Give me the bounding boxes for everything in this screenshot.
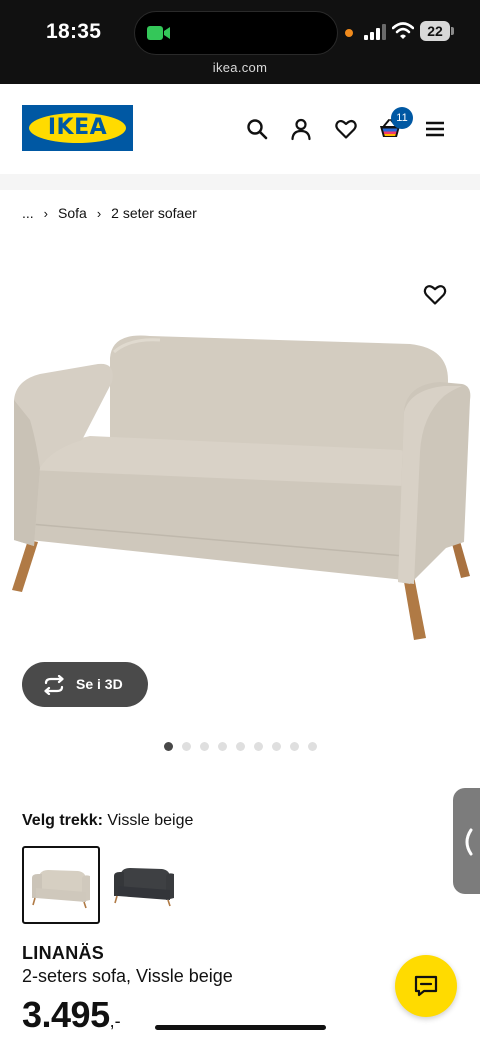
mic-indicator-icon — [345, 29, 353, 37]
facetime-icon — [147, 26, 170, 40]
breadcrumb-item-2-seter-sofaer[interactable]: 2 seter sofaer — [111, 205, 197, 221]
status-time: 18:35 — [46, 20, 102, 43]
dynamic-island — [134, 11, 338, 55]
price-value: 3.495 — [22, 994, 110, 1035]
sofa-thumbnail-dark-grey — [114, 868, 174, 907]
chat-button[interactable] — [395, 955, 457, 1017]
product-name: LINANÄS — [22, 943, 105, 963]
add-to-favourites-heart-icon[interactable] — [422, 282, 448, 306]
url-bar[interactable]: ikea.com — [0, 60, 480, 75]
gallery-pagination[interactable] — [164, 742, 326, 752]
user-icon[interactable] — [289, 117, 313, 141]
side-panel-tab[interactable] — [453, 788, 480, 894]
product-description: 2-seters sofa, Vissle beige — [22, 966, 233, 986]
variant-selector-label: Velg trekk: Vissle beige — [22, 812, 193, 830]
price-suffix: ,- — [109, 1011, 121, 1031]
cart-count-badge: 11 — [391, 107, 413, 129]
variant-option-vissle-beige[interactable] — [22, 846, 100, 924]
rotate-3d-icon — [44, 675, 64, 695]
gallery-dot[interactable] — [164, 742, 173, 751]
cellular-signal-icon — [364, 24, 386, 40]
gallery-dot[interactable] — [236, 742, 245, 751]
battery-level: 22 — [420, 21, 450, 41]
gallery-dot[interactable] — [182, 742, 191, 751]
home-indicator[interactable] — [155, 1025, 326, 1030]
site-header: IKEA — [0, 84, 480, 174]
logo-text: IKEA — [47, 115, 108, 140]
status-bar: 18:35 22 ikea.com — [0, 0, 480, 84]
menu-icon[interactable] — [423, 117, 447, 141]
ikea-logo[interactable]: IKEA — [22, 105, 133, 151]
heart-icon[interactable] — [334, 117, 358, 141]
search-icon[interactable] — [245, 117, 269, 141]
gallery-dot[interactable] — [272, 742, 281, 751]
gallery-dot[interactable] — [218, 742, 227, 751]
status-indicators: 22 — [340, 20, 460, 44]
gallery-dot[interactable] — [254, 742, 263, 751]
chevron-left-icon — [465, 828, 473, 856]
view-in-3d-button[interactable]: Se i 3D — [22, 662, 148, 707]
gallery-dot[interactable] — [308, 742, 317, 751]
variant-option-dark-grey[interactable] — [104, 846, 182, 924]
sofa-thumbnail-beige — [32, 870, 90, 909]
breadcrumb: ... › Sofa › 2 seter sofaer — [22, 204, 197, 222]
breadcrumb-item-sofa[interactable]: Sofa — [58, 205, 87, 221]
view-in-3d-label: Se i 3D — [76, 676, 123, 692]
gallery-dot[interactable] — [290, 742, 299, 751]
chevron-right-icon: › — [43, 205, 49, 221]
variant-label-value: Vissle beige — [107, 812, 194, 829]
breadcrumb-item-ellipsis[interactable]: ... — [22, 205, 34, 221]
product-price: 3.495,- — [22, 994, 121, 1036]
header-divider — [0, 174, 480, 190]
battery-icon: 22 — [420, 21, 454, 41]
gallery-dot[interactable] — [200, 742, 209, 751]
variant-label-title: Velg trekk: — [22, 812, 103, 829]
product-image-sofa[interactable] — [0, 240, 480, 670]
chevron-right-icon: › — [96, 205, 102, 221]
chat-bubble-icon — [414, 975, 438, 997]
wifi-icon — [392, 22, 414, 39]
